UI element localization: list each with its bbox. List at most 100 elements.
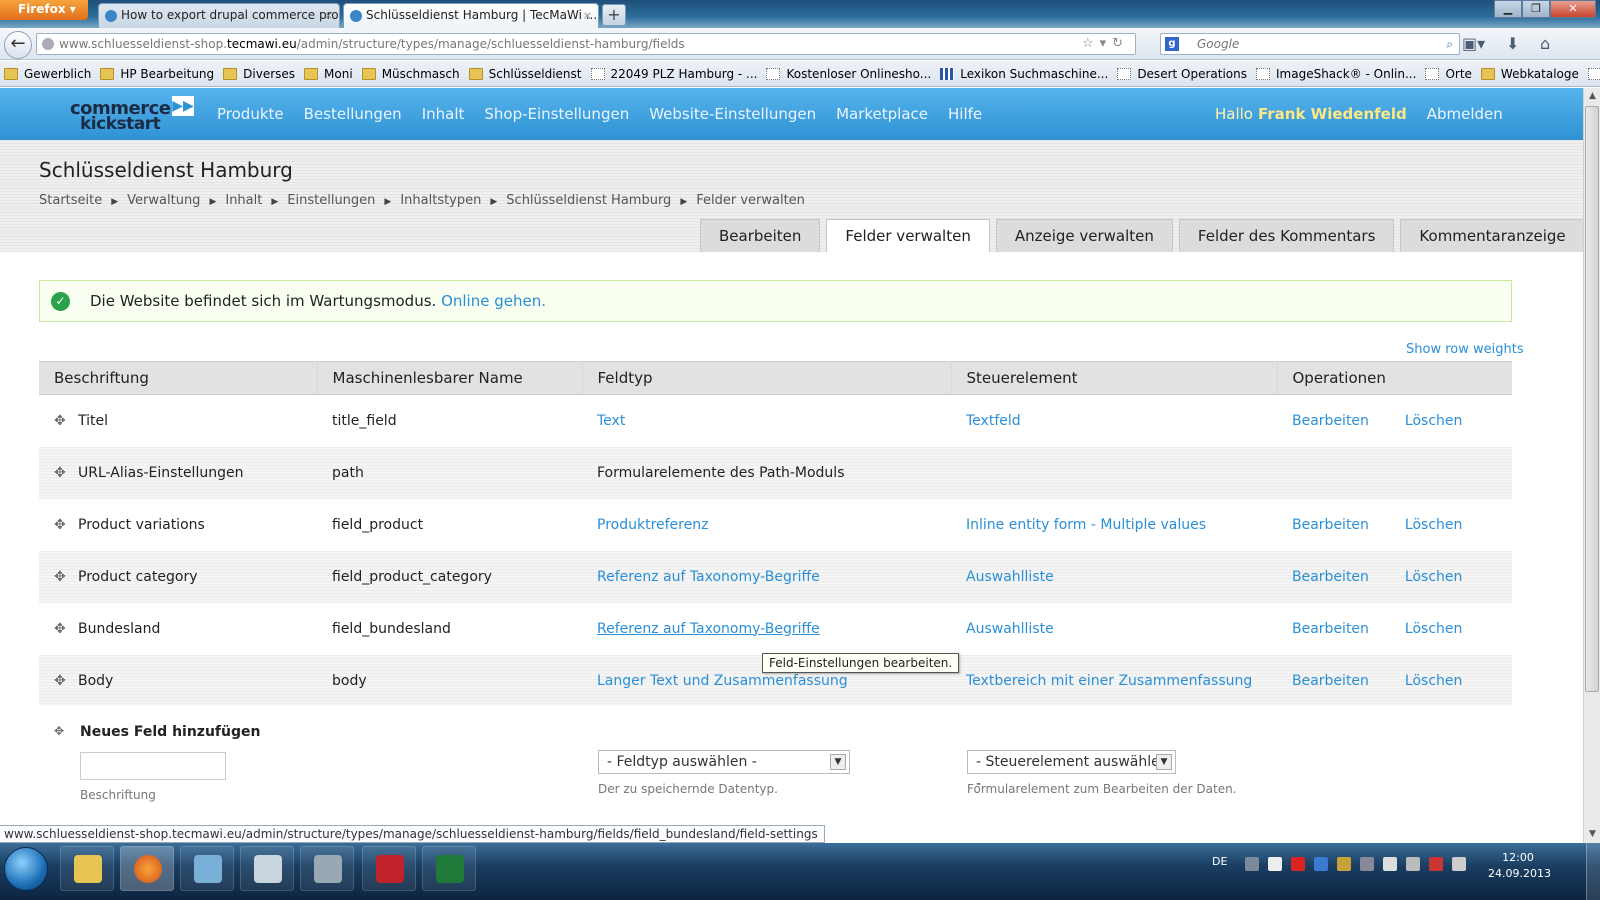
calculator-taskbar-button[interactable]	[240, 846, 294, 891]
drag-handle-icon[interactable]: ✥	[54, 621, 78, 637]
user-name-link[interactable]: Frank Wiedenfeld	[1258, 105, 1407, 123]
tray-icon[interactable]	[1337, 857, 1351, 871]
browser-tab[interactable]: How to export drupal commerce pro... ×	[98, 3, 340, 28]
edit-link[interactable]: Bearbeiten	[1292, 569, 1369, 585]
language-indicator[interactable]: DE	[1212, 855, 1227, 868]
bookmark-item[interactable]: Kostenloser Onlinesho...	[766, 67, 931, 81]
clock[interactable]: 12:00 24.09.2013	[1488, 850, 1551, 882]
browser-tab-active[interactable]: Schlüsseldienst Hamburg | TecMaWi ... ×	[343, 3, 599, 28]
breadcrumb-item[interactable]: Inhaltstypen	[400, 193, 481, 208]
firefox-taskbar-button[interactable]	[120, 846, 174, 891]
new-field-label-input[interactable]	[80, 752, 226, 780]
edit-link[interactable]: Bearbeiten	[1292, 673, 1369, 689]
page-tab[interactable]: Kommentaranzeige	[1400, 219, 1585, 252]
delete-link[interactable]: Löschen	[1405, 517, 1462, 533]
widget-link[interactable]: Auswahlliste	[966, 621, 1054, 637]
main-nav-link[interactable]: Inhalt	[422, 105, 465, 123]
bookmark-item[interactable]: § 439 BGB Nacherfüllu...	[1587, 67, 1600, 81]
bookmark-item[interactable]: Lexikon Suchmaschine...	[940, 67, 1108, 81]
filezilla-taskbar-button[interactable]	[362, 846, 416, 891]
main-nav-link[interactable]: Hilfe	[948, 105, 982, 123]
logout-link[interactable]: Abmelden	[1427, 105, 1503, 123]
breadcrumb-item[interactable]: Schlüsseldienst Hamburg	[506, 193, 671, 208]
show-desktop-button[interactable]	[1586, 843, 1600, 900]
online-link[interactable]: Online gehen.	[441, 292, 546, 310]
drag-handle-icon[interactable]: ✥	[54, 517, 78, 533]
start-button[interactable]	[4, 847, 48, 891]
bookmark-item[interactable]: Webkataloge	[1480, 67, 1579, 81]
bookmark-item[interactable]: 22049 PLZ Hamburg - ...	[590, 67, 757, 81]
drag-handle-icon[interactable]: ✥	[54, 413, 78, 429]
field-type-link[interactable]: Referenz auf Taxonomy-Begriffe	[597, 621, 820, 637]
breadcrumb-item[interactable]: Inhalt	[225, 193, 262, 208]
field-type-link[interactable]: Produktreferenz	[597, 517, 708, 533]
tray-icon[interactable]	[1360, 857, 1374, 871]
scroll-up-icon[interactable]: ▲	[1584, 88, 1600, 105]
show-row-weights-link[interactable]: Show row weights	[1406, 342, 1524, 357]
tray-icon[interactable]	[1383, 857, 1397, 871]
field-type-link[interactable]: Referenz auf Taxonomy-Begriffe	[597, 569, 820, 585]
maximize-icon[interactable]: ❐	[1522, 0, 1550, 18]
widget-select[interactable]: - Steuerelement auswählen - ▼	[967, 750, 1176, 792]
download-icon[interactable]: ⬇	[1506, 34, 1519, 53]
explorer-taskbar-button[interactable]	[60, 846, 114, 891]
breadcrumb-item[interactable]: Startseite	[39, 193, 102, 208]
breadcrumb-item[interactable]: Einstellungen	[287, 193, 375, 208]
drag-handle-icon[interactable]: ✥	[54, 569, 78, 585]
scroll-thumb[interactable]	[1585, 106, 1599, 692]
delete-link[interactable]: Löschen	[1405, 621, 1462, 637]
tray-icon[interactable]	[1291, 857, 1305, 871]
delete-link[interactable]: Löschen	[1405, 673, 1462, 689]
minimize-icon[interactable]: ▁	[1494, 0, 1522, 18]
drag-handle-icon[interactable]: ✥	[54, 724, 64, 738]
bookmark-item[interactable]: ImageShack® - Onlin...	[1256, 67, 1416, 81]
bookmark-item[interactable]: Diverses	[223, 67, 295, 81]
page-scrollbar[interactable]: ▲ ▼	[1583, 88, 1600, 843]
main-nav-link[interactable]: Bestellungen	[304, 105, 402, 123]
page-tab[interactable]: Bearbeiten	[700, 219, 821, 252]
close-window-icon[interactable]: ✕	[1550, 0, 1596, 18]
field-type-link[interactable]: Langer Text und Zusammenfassung	[597, 673, 848, 689]
bookmark-item[interactable]: Orte	[1425, 67, 1472, 81]
bookmark-item[interactable]: Moni	[304, 67, 353, 81]
tray-icon[interactable]	[1314, 857, 1328, 871]
home-icon[interactable]: ⌂	[1540, 34, 1550, 53]
main-nav-link[interactable]: Shop-Einstellungen	[484, 105, 629, 123]
bookmark-item[interactable]: Desert Operations	[1117, 67, 1247, 81]
drag-handle-icon[interactable]: ✥	[54, 465, 78, 481]
reload-icon[interactable]: ↻	[1112, 36, 1129, 51]
page-tab[interactable]: Anzeige verwalten	[995, 219, 1173, 252]
firefox-menu-button[interactable]: Firefox ▾	[0, 0, 88, 20]
bookmark-item[interactable]: Müschmasch	[361, 67, 460, 81]
page-tab[interactable]: Felder des Kommentars	[1178, 219, 1395, 252]
field-type-select[interactable]: - Feldtyp auswählen - ▼	[598, 750, 850, 774]
tray-icon[interactable]	[1268, 857, 1282, 871]
tab-close-icon[interactable]: ×	[324, 4, 333, 27]
url-bar[interactable]: www.schluesseldienst-shop.tecmawi.eu/adm…	[36, 33, 1136, 55]
main-nav-link[interactable]: Produkte	[217, 105, 284, 123]
commerce-kickstart-logo[interactable]: commerce kickstart ▶▶	[70, 96, 195, 134]
edit-link[interactable]: Bearbeiten	[1292, 517, 1369, 533]
dropdown-icon[interactable]: ▾	[1100, 36, 1113, 51]
widget-link[interactable]: Textbereich mit einer Zusammenfassung	[966, 673, 1252, 689]
delete-link[interactable]: Löschen	[1405, 569, 1462, 585]
bookmark-item[interactable]: Gewerblich	[4, 67, 91, 81]
edit-link[interactable]: Bearbeiten	[1292, 413, 1369, 429]
edit-link[interactable]: Bearbeiten	[1292, 621, 1369, 637]
app-taskbar-button[interactable]	[180, 846, 234, 891]
breadcrumb-item[interactable]: Verwaltung	[127, 193, 200, 208]
bookmark-star-icon[interactable]: ☆	[1082, 36, 1100, 51]
volume-icon[interactable]	[1406, 857, 1420, 871]
app-taskbar-button[interactable]	[300, 846, 354, 891]
bookmark-item[interactable]: Schlüsseldienst	[468, 67, 582, 81]
delete-link[interactable]: Löschen	[1405, 413, 1462, 429]
widget-link[interactable]: Inline entity form - Multiple values	[966, 517, 1206, 533]
widget-link[interactable]: Auswahlliste	[966, 569, 1054, 585]
page-tab[interactable]: Felder verwalten	[826, 219, 990, 252]
flag-icon[interactable]	[1429, 857, 1443, 871]
tab-close-icon[interactable]: ×	[583, 4, 592, 27]
google-icon[interactable]: g	[1165, 37, 1179, 51]
tray-icon[interactable]	[1245, 857, 1259, 871]
excel-taskbar-button[interactable]	[422, 846, 476, 891]
search-input[interactable]: g Google ⌕	[1160, 33, 1460, 55]
